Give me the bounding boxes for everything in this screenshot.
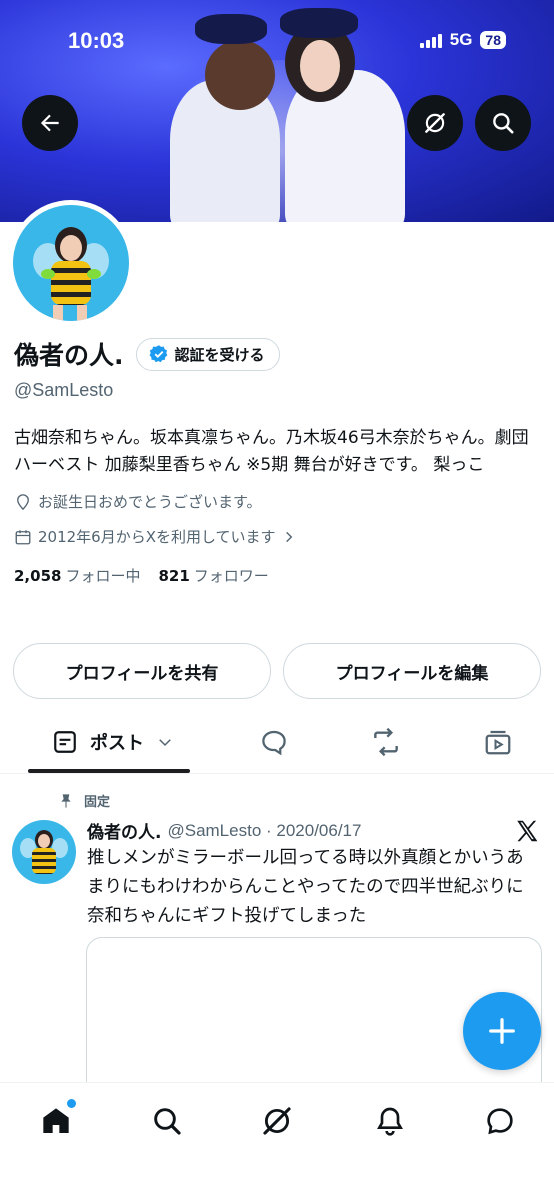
status-indicators: 5G 78 — [419, 30, 506, 50]
status-bar: 10:03 5G 78 — [0, 0, 554, 84]
tab-reposts[interactable] — [366, 712, 406, 772]
bottom-navigation — [0, 1082, 554, 1200]
post-header: 偽者の人. @SamLesto · 2020/06/17 — [87, 818, 362, 844]
verified-badge-icon — [149, 345, 167, 363]
battery-level: 78 — [480, 31, 506, 49]
joined-row[interactable]: 2012年6月からXを利用しています — [14, 526, 544, 547]
share-profile-button[interactable]: プロフィールを共有 — [13, 643, 271, 699]
home-icon — [43, 1108, 69, 1133]
calendar-icon — [15, 529, 31, 544]
joined-text: 2012年6月からXを利用しています — [38, 528, 276, 546]
location-icon — [17, 493, 29, 510]
get-verified-label: 認証を受ける — [174, 345, 265, 364]
media-icon — [485, 730, 511, 755]
plus-icon — [489, 1018, 515, 1044]
followers-link[interactable]: 821 フォロワー — [158, 565, 268, 586]
get-verified-button[interactable]: 認証を受ける — [135, 337, 280, 371]
nav-search[interactable] — [147, 1101, 187, 1141]
pin-icon — [61, 793, 71, 808]
pinned-indicator: 固定 — [58, 791, 110, 810]
compose-button[interactable] — [463, 992, 541, 1070]
avatar-image — [13, 205, 129, 321]
followers-count: 821 — [158, 567, 190, 585]
chevron-down-icon — [159, 739, 171, 747]
profile-info: 偽者の人. 認証を受ける @SamLesto 古畑奈和ちゃん。坂本真凛ちゃん。乃… — [14, 336, 544, 586]
network-type: 5G — [449, 30, 473, 49]
status-time: 10:03 — [68, 28, 125, 53]
tab-posts[interactable]: ポスト — [46, 712, 180, 772]
nav-grok[interactable] — [257, 1101, 297, 1141]
search-icon — [493, 113, 514, 134]
profile-handle: @SamLesto — [14, 380, 114, 400]
edit-profile-button[interactable]: プロフィールを編集 — [283, 643, 541, 699]
grok-icon — [425, 113, 445, 133]
post-author-avatar[interactable] — [12, 820, 76, 884]
chevron-right-icon — [285, 531, 292, 542]
tab-replies[interactable] — [254, 712, 294, 772]
nav-home[interactable] — [36, 1099, 76, 1141]
birthday-text: お誕生日おめでとうございます。 — [38, 493, 262, 511]
profile-bio: 古畑奈和ちゃん。坂本真凛ちゃん。乃木坂46弓木奈於ちゃん。劇団ハーベスト 加藤梨… — [14, 428, 529, 475]
grok-button[interactable] — [407, 95, 463, 151]
following-link[interactable]: 2,058 フォロー中 — [14, 565, 140, 586]
bell-icon — [377, 1107, 403, 1136]
home-notification-dot — [67, 1099, 76, 1108]
search-button[interactable] — [475, 95, 531, 151]
post-meta: @SamLesto · 2020/06/17 — [167, 820, 362, 840]
tab-media[interactable] — [478, 712, 518, 772]
back-button[interactable] — [22, 95, 78, 151]
back-arrow-icon — [40, 114, 59, 132]
search-icon — [154, 1108, 181, 1135]
following-count: 2,058 — [14, 567, 62, 585]
x-logo-icon — [517, 820, 538, 842]
name-row: 偽者の人. 認証を受ける — [14, 336, 544, 372]
profile-avatar[interactable] — [8, 200, 134, 326]
repost-icon — [374, 727, 398, 757]
post-text: 推しメンがミラーボール回ってる時以外真顔とかいうあまりにもわけわからんことやって… — [87, 848, 524, 926]
followers-label: フォロワー — [193, 567, 269, 585]
birthday-row: お誕生日おめでとうございます。 — [14, 491, 544, 512]
messages-icon — [487, 1108, 513, 1135]
pinned-label: 固定 — [84, 795, 111, 810]
nav-notifications[interactable] — [370, 1101, 410, 1141]
tab-posts-label: ポスト — [90, 733, 144, 754]
following-label: フォロー中 — [65, 567, 141, 585]
post-author-name[interactable]: 偽者の人. — [87, 818, 161, 843]
nav-messages[interactable] — [480, 1101, 520, 1141]
signal-icon — [419, 32, 442, 48]
profile-tabs: ポスト — [0, 712, 554, 774]
grok-icon — [263, 1107, 291, 1135]
tab-active-indicator — [28, 769, 190, 773]
profile-name: 偽者の人. — [14, 341, 124, 370]
follow-counts: 2,058 フォロー中 821 フォロワー — [14, 565, 544, 586]
reply-icon — [262, 730, 286, 756]
list-icon — [54, 731, 76, 753]
